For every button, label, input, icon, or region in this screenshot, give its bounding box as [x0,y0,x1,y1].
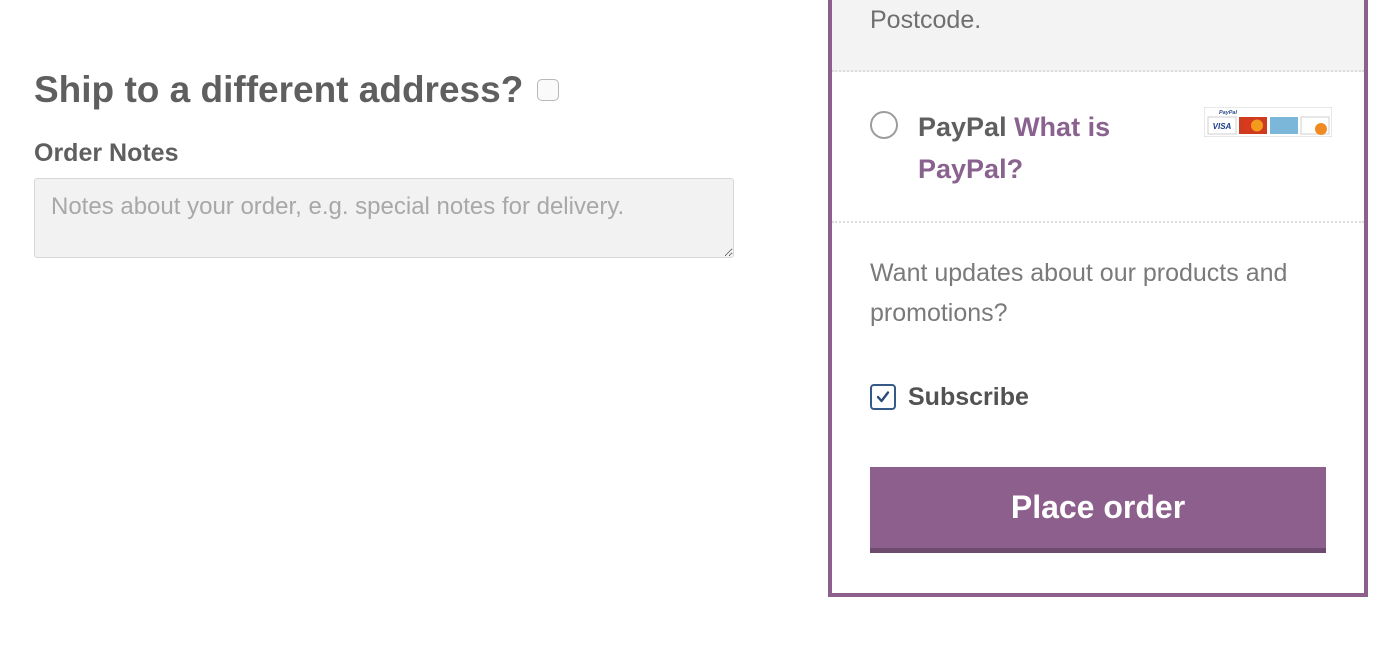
checkout-fragment: Ship to a different address? Order Notes… [0,0,1384,657]
ship-different-address-heading: Ship to a different address? [34,70,784,111]
right-column: Postcode. PayPal What is PayPal? PayPal [822,0,1384,657]
paypal-text: PayPal What is PayPal? [918,107,1194,191]
payment-method-section: PayPal What is PayPal? PayPal VISA [832,72,1364,223]
order-notes-label: Order Notes [34,139,784,168]
subscribe-row: Subscribe [870,383,1326,412]
paypal-option-row: PayPal What is PayPal? PayPal VISA [870,107,1332,191]
subscribe-label: Subscribe [908,383,1029,412]
paypal-cards-icon: PayPal VISA [1204,107,1332,137]
ship-different-address-checkbox[interactable] [537,79,559,101]
left-column: Ship to a different address? Order Notes [0,0,822,657]
paypal-radio[interactable] [870,111,898,139]
order-summary-panel: Postcode. PayPal What is PayPal? PayPal [828,0,1368,597]
updates-section: Want updates about our products and prom… [832,223,1364,593]
paypal-label: PayPal [918,112,1014,142]
svg-text:PayPal: PayPal [1219,110,1238,116]
postcode-notice-text: Postcode. [870,6,981,34]
updates-text: Want updates about our products and prom… [870,253,1326,333]
subscribe-checkbox[interactable] [870,384,896,410]
ship-heading-text: Ship to a different address? [34,70,523,111]
place-order-button[interactable]: Place order [870,467,1326,553]
postcode-notice: Postcode. [832,0,1364,72]
order-notes-textarea[interactable] [34,178,734,258]
svg-text:VISA: VISA [1213,122,1232,131]
check-icon [876,390,890,404]
